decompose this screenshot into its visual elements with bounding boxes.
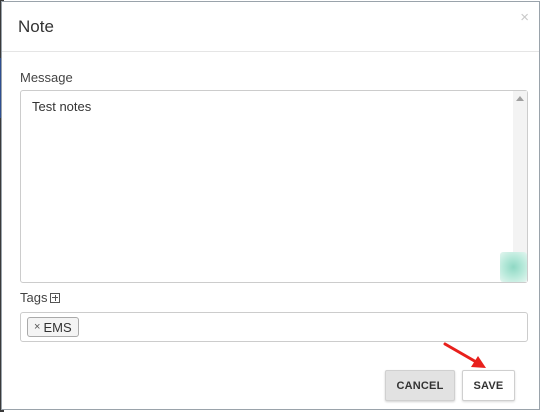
- message-label: Message: [20, 70, 73, 85]
- add-tag-plus-icon[interactable]: [50, 292, 61, 303]
- resize-handle[interactable]: [500, 252, 527, 282]
- cancel-button[interactable]: CANCEL: [385, 370, 455, 401]
- tag-chip-label: EMS: [43, 319, 72, 335]
- dialog-title: Note: [18, 17, 54, 36]
- close-icon[interactable]: ×: [520, 10, 529, 25]
- scroll-up-icon[interactable]: [516, 96, 524, 101]
- save-button[interactable]: SAVE: [462, 370, 515, 401]
- dialog-header: Note ×: [2, 2, 539, 52]
- message-textarea[interactable]: Test notes: [20, 90, 528, 283]
- remove-tag-icon[interactable]: ×: [34, 321, 40, 333]
- note-dialog: Note × Message Test notes Tags × EMS CAN…: [1, 1, 540, 410]
- tags-label: Tags: [20, 290, 48, 305]
- message-text: Test notes: [32, 99, 92, 114]
- tag-chip: × EMS: [27, 317, 79, 337]
- annotation-arrow-icon: [443, 342, 486, 368]
- tags-label-row: Tags: [20, 290, 61, 305]
